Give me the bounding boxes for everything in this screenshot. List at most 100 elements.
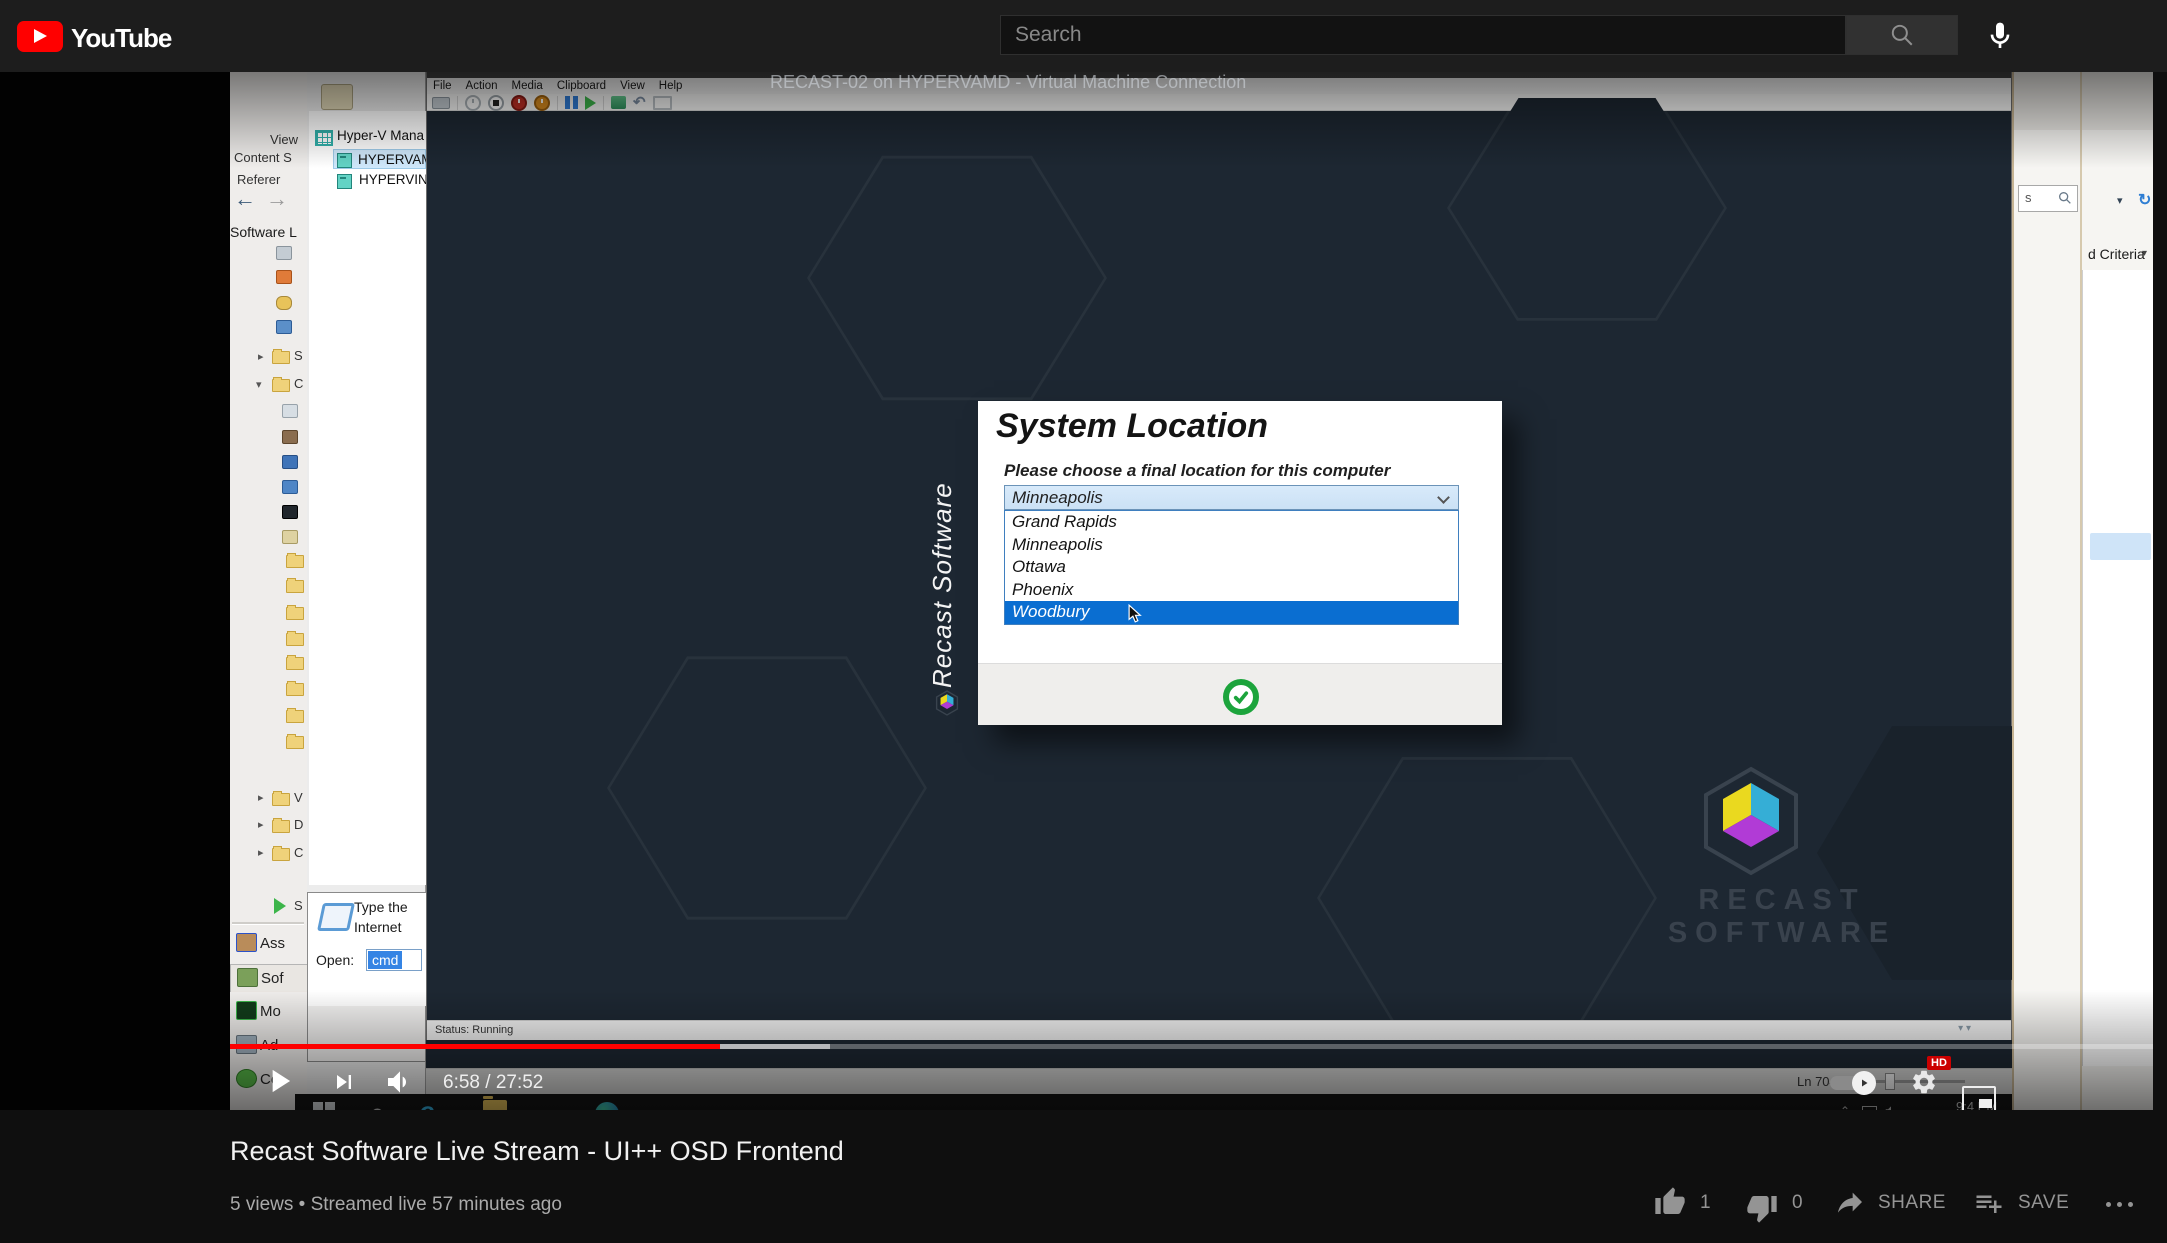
option-woodbury-selected[interactable]: Woodbury xyxy=(1005,601,1458,624)
selected-list-row[interactable] xyxy=(2090,533,2151,560)
system-location-dialog: System Location Please choose a final lo… xyxy=(978,401,1502,725)
vm-connection-window: File Action Media Clipboard View Help xyxy=(426,28,2117,1040)
play-button[interactable] xyxy=(260,1062,298,1100)
os-upgrade-icon xyxy=(282,480,298,494)
dialog-title: System Location xyxy=(996,407,1269,445)
collapse-arrow[interactable]: ▾ xyxy=(256,378,262,391)
folder-icon[interactable] xyxy=(272,377,290,392)
save-playlist-icon[interactable] xyxy=(1974,1188,2004,1218)
autoplay-toggle[interactable] xyxy=(1830,1071,1876,1095)
tree-letter: D xyxy=(294,817,304,832)
script-play-icon xyxy=(274,898,286,914)
boundary-icon xyxy=(276,246,292,260)
run-open-label: Open: xyxy=(316,952,355,968)
save-button-label[interactable]: SAVE xyxy=(2018,1192,2069,1214)
search-input[interactable] xyxy=(1001,16,1859,54)
hyperv-host2-label[interactable]: HYPERVINT xyxy=(359,172,436,187)
hd-quality-badge: HD xyxy=(1927,1056,1951,1070)
share-icon[interactable] xyxy=(1834,1186,1866,1218)
miniplayer-button[interactable] xyxy=(1962,1086,1996,1110)
dialog-subtitle: Please choose a final location for this … xyxy=(1004,461,1391,480)
folder-icon[interactable] xyxy=(272,349,290,364)
option-phoenix[interactable]: Phoenix xyxy=(1005,579,1458,602)
monitor-key-icon xyxy=(276,320,292,334)
like-button-icon[interactable] xyxy=(1654,1186,1686,1218)
video-title: Recast Software Live Stream - UI++ OSD F… xyxy=(230,1136,844,1166)
progress-bar-played xyxy=(230,1044,721,1049)
expand-arrow[interactable]: ▸ xyxy=(258,846,264,859)
folder-icon[interactable] xyxy=(272,791,290,806)
option-minneapolis[interactable]: Minneapolis xyxy=(1005,534,1458,557)
youtube-watch-page: View Content S Referer ← → Software L ▸ … xyxy=(0,0,2167,1243)
recast-watermark-text: RECAST SOFTWARE xyxy=(1667,884,1897,949)
back-arrow-icon[interactable]: ← xyxy=(234,186,256,212)
package-icon xyxy=(276,270,292,284)
folder-icon[interactable] xyxy=(272,818,290,833)
option-ottawa[interactable]: Ottawa xyxy=(1005,556,1458,579)
folder-icon[interactable] xyxy=(286,631,304,646)
hyperv-tree-area xyxy=(309,111,426,885)
folder-icon[interactable] xyxy=(286,708,304,723)
vm-window-title-faint: RECAST-02 on HYPERVAMD - Virtual Machine… xyxy=(770,72,1247,92)
next-button[interactable] xyxy=(330,1068,358,1096)
youtube-logo-icon[interactable] xyxy=(17,21,63,52)
folder-icon[interactable] xyxy=(286,605,304,620)
run-open-input[interactable]: cmd xyxy=(366,949,422,971)
assets-icon xyxy=(236,933,257,952)
search-input-wrap xyxy=(1000,15,1859,55)
search-icon xyxy=(1891,24,1913,46)
right-search-box[interactable]: s xyxy=(2018,185,2078,212)
dialog-vertical-brand: Recast Software xyxy=(927,482,957,688)
expand-arrow[interactable]: ▸ xyxy=(258,791,264,804)
progress-bar[interactable] xyxy=(230,1044,2153,1049)
hyperv-manager-panel: Hyper-V Mana HYPERVAM HYPERVINT Type the… xyxy=(307,28,436,1110)
like-count[interactable]: 1 xyxy=(1700,1192,1711,1214)
voice-search-mic-icon[interactable] xyxy=(1984,19,2016,53)
tree-letter: S xyxy=(294,348,303,363)
location-dropdown[interactable]: Minneapolis xyxy=(1004,485,1459,510)
dislike-count[interactable]: 0 xyxy=(1792,1192,1803,1214)
search-button[interactable] xyxy=(1846,15,1958,55)
check-icon xyxy=(1233,691,1249,705)
divider[interactable] xyxy=(232,922,304,925)
forward-arrow-icon[interactable]: → xyxy=(266,186,288,212)
confirm-check-button[interactable] xyxy=(1223,679,1259,715)
folder-icon[interactable] xyxy=(286,655,304,670)
criteria-label[interactable]: d Criteria xyxy=(2088,246,2145,262)
share-button-label[interactable]: SHARE xyxy=(1878,1192,1946,1214)
right-list-area xyxy=(2082,270,2153,1066)
expand-arrow[interactable]: ▸ xyxy=(258,350,264,363)
workspace-assets[interactable]: Ass xyxy=(230,930,307,958)
configmgr-console-strip: View Content S Referer ← → Software L ▸ … xyxy=(230,28,307,1110)
dislike-button-icon[interactable] xyxy=(1746,1192,1778,1224)
tree-letter: C xyxy=(294,376,304,391)
autoplay-knob xyxy=(1852,1071,1876,1095)
mouse-cursor xyxy=(1128,604,1142,623)
folder-icon[interactable] xyxy=(286,734,304,749)
criteria-dropdown-icon[interactable]: ▾ xyxy=(2142,248,2147,259)
run-text-line1: Type the xyxy=(354,899,408,915)
run-icon xyxy=(317,903,355,931)
option-grand-rapids[interactable]: Grand Rapids xyxy=(1005,511,1458,534)
folder-icon[interactable] xyxy=(272,846,290,861)
expand-arrow[interactable]: ▸ xyxy=(258,818,264,831)
mini-cube-icon xyxy=(935,690,959,716)
boot-image-icon xyxy=(282,505,298,519)
package-brown-icon xyxy=(282,430,298,444)
folder-icon[interactable] xyxy=(286,681,304,696)
volume-button[interactable] xyxy=(384,1066,416,1098)
settings-doc-icon xyxy=(282,404,298,418)
more-actions-button[interactable] xyxy=(2106,1202,2133,1207)
workspace-software-library[interactable]: Sof xyxy=(230,964,307,992)
software-library-icon xyxy=(237,968,258,987)
run-open-value: cmd xyxy=(368,951,403,969)
video-player[interactable]: View Content S Referer ← → Software L ▸ … xyxy=(230,28,2153,1110)
video-meta: 5 views • Streamed live 57 minutes ago xyxy=(230,1194,562,1215)
folder-icon[interactable] xyxy=(286,553,304,568)
refresh-icon[interactable]: ↻ xyxy=(2138,190,2151,210)
folder-icon[interactable] xyxy=(286,578,304,593)
dropdown-arrow-icon[interactable]: ▾ xyxy=(2117,194,2123,207)
youtube-logo-text[interactable]: YouTube xyxy=(71,23,172,54)
settings-gear-icon[interactable] xyxy=(1910,1068,1938,1096)
server-icon xyxy=(337,174,352,189)
